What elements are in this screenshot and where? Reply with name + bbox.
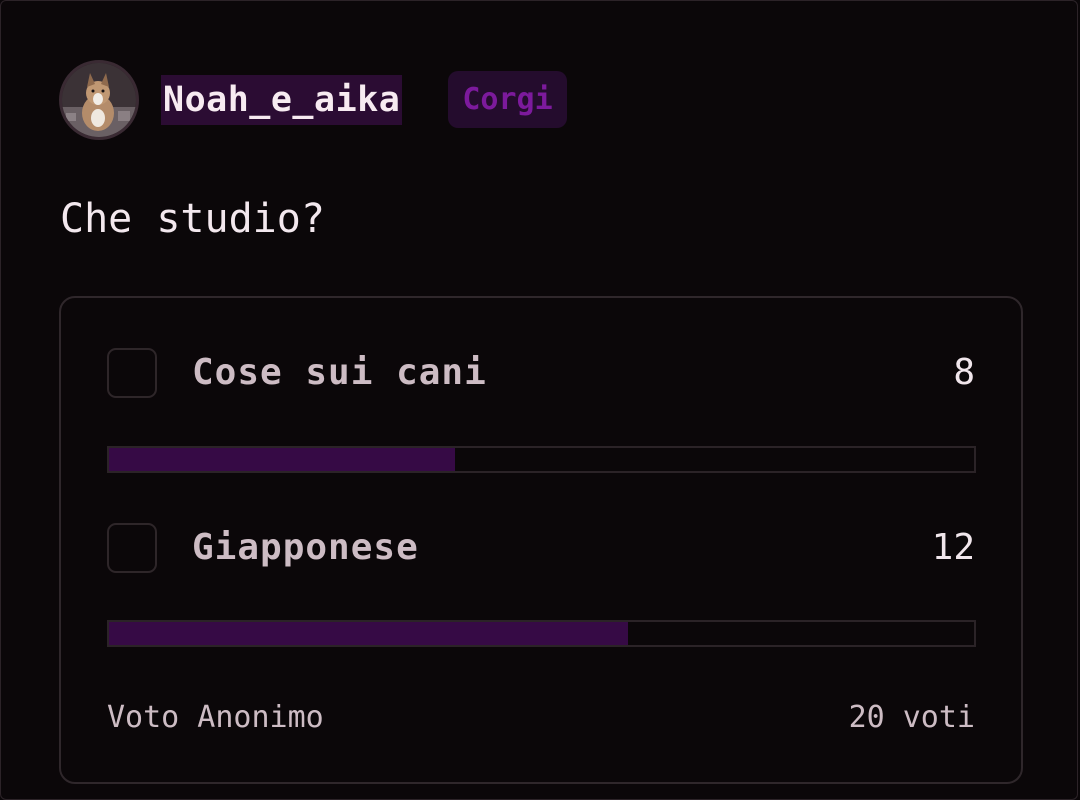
option-vote-count: 8	[953, 352, 975, 393]
option-checkbox[interactable]	[107, 523, 157, 573]
poll-container: Cose sui cani 8 Giapponese 12 Voto Anoni…	[59, 296, 1023, 784]
option-progress-fill	[109, 622, 628, 645]
option-label[interactable]: Cose sui cani	[192, 348, 487, 398]
breed-tag[interactable]: Corgi	[448, 71, 567, 128]
option-progress-bar	[107, 620, 976, 647]
post-card: Noah_e_aika Corgi Che studio? Cose sui c…	[0, 0, 1078, 800]
option-progress-fill	[109, 448, 455, 471]
option-label[interactable]: Giapponese	[192, 523, 419, 573]
option-vote-count: 12	[931, 527, 975, 568]
poll-total-votes: 20 voti	[848, 700, 975, 735]
avatar[interactable]	[59, 60, 139, 140]
dog-avatar-icon	[62, 63, 136, 137]
username[interactable]: Noah_e_aika	[161, 75, 403, 125]
option-progress-bar	[107, 446, 976, 473]
poll-anonymous-label: Voto Anonimo	[107, 700, 324, 735]
post-question: Che studio?	[60, 196, 325, 242]
option-checkbox[interactable]	[107, 348, 157, 398]
